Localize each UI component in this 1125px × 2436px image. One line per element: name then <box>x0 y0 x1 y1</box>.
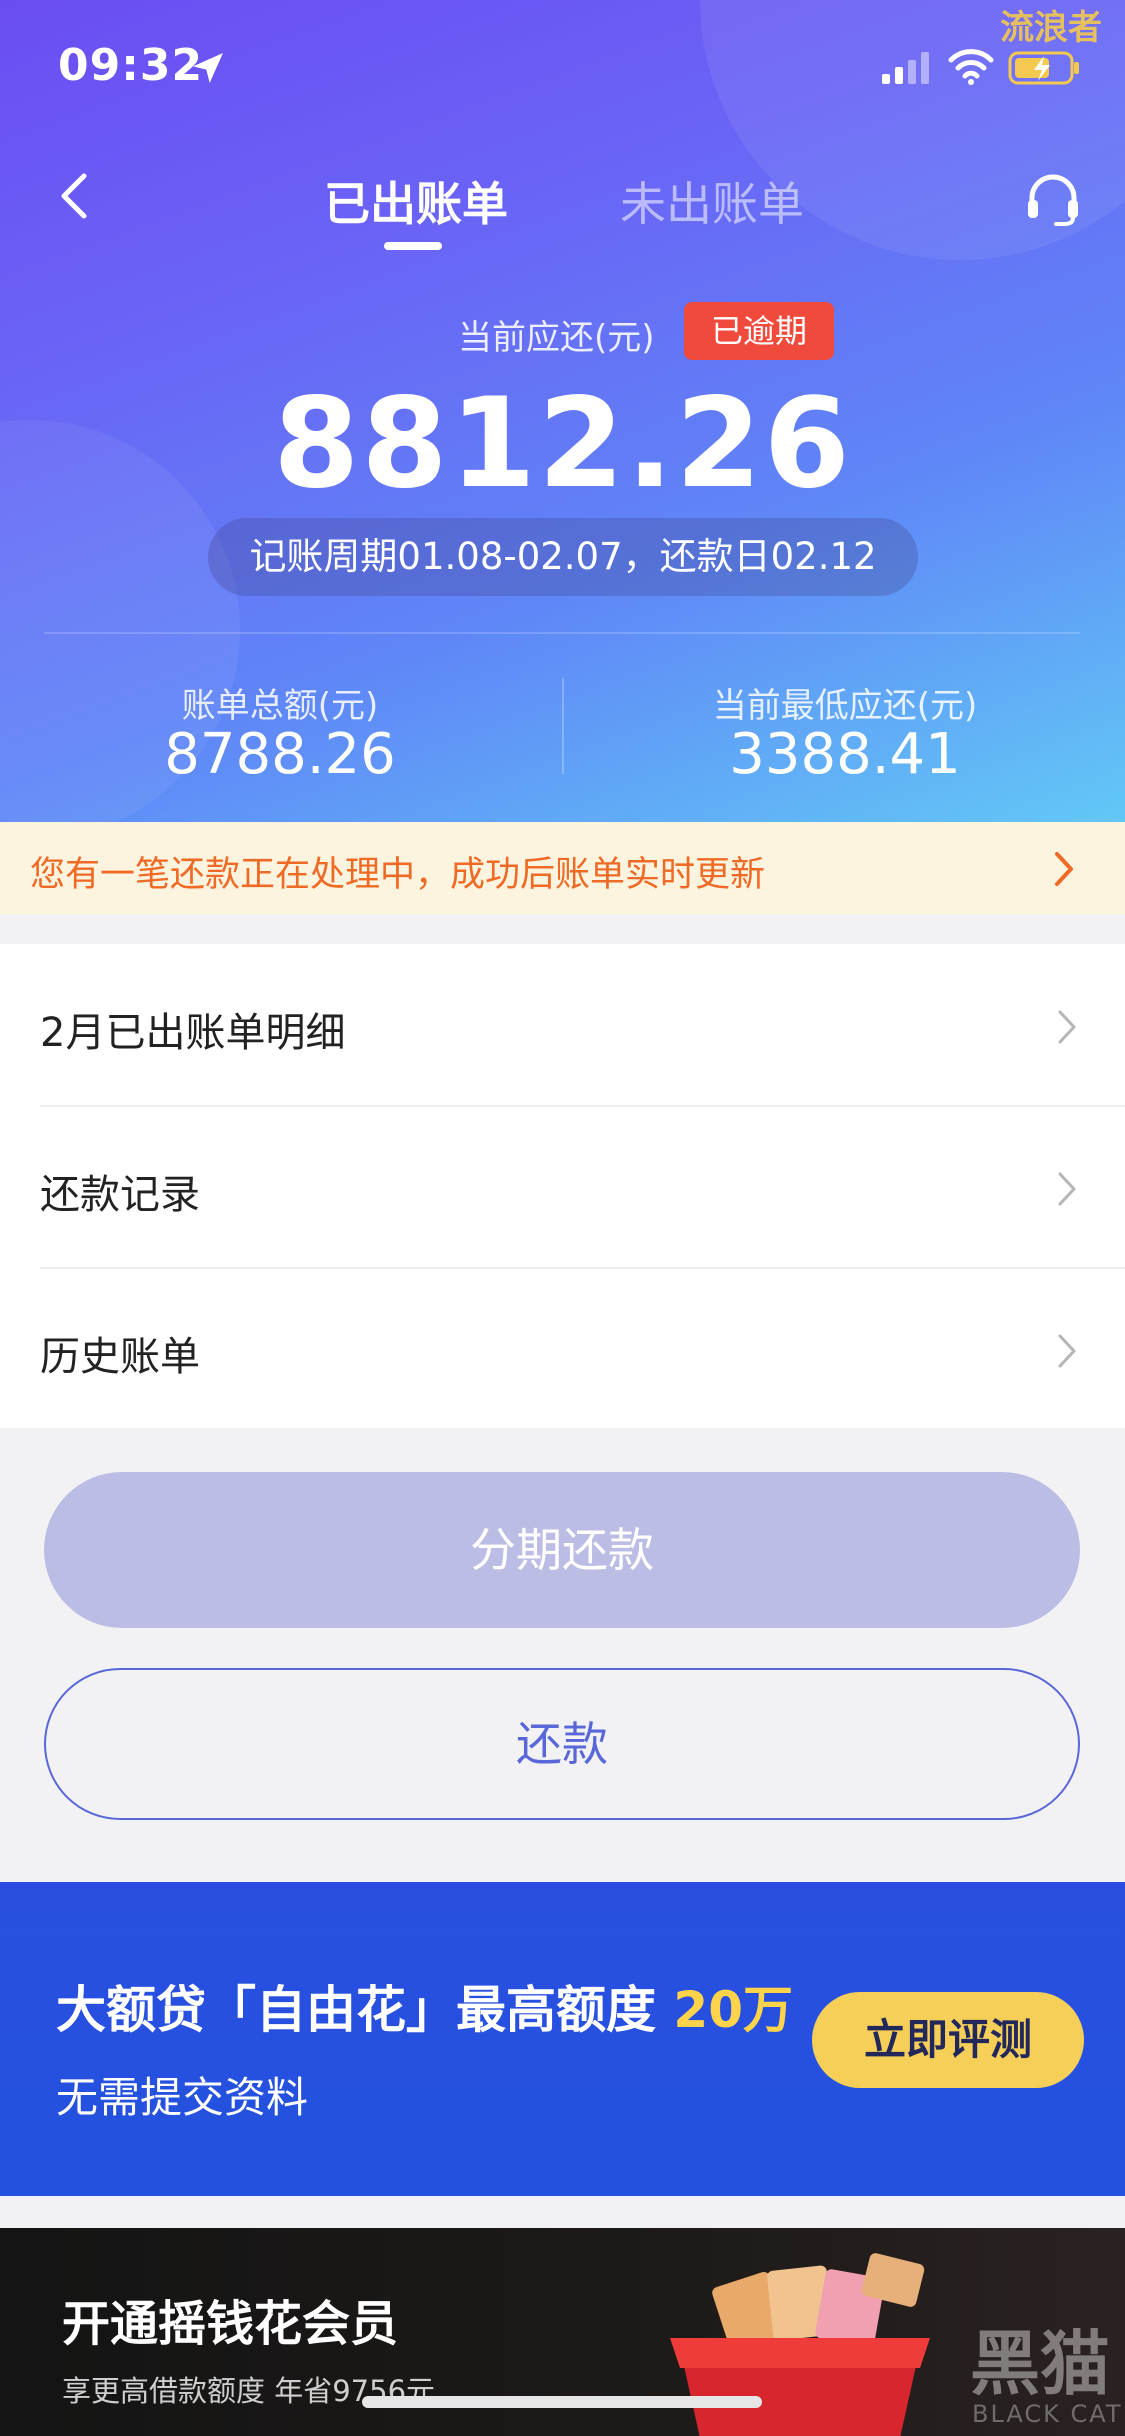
billing-cycle-info: 记账周期01.08-02.07，还款日02.12 <box>208 518 918 596</box>
active-tab-indicator <box>384 242 442 250</box>
list-item-label: 2月已出账单明细 <box>40 1010 346 1056</box>
notice-text: 您有一笔还款正在处理中，成功后账单实时更新 <box>30 855 766 895</box>
membership-banner[interactable]: 开通摇钱花会员 享更高借款额度 年省9756元 黑猫 BLACK CAT <box>0 2228 1125 2436</box>
evaluate-now-button[interactable]: 立即评测 <box>812 1992 1084 2088</box>
divider <box>562 678 564 774</box>
list-item-label: 还款记录 <box>40 1172 200 1218</box>
location-arrow-icon <box>193 53 223 83</box>
chevron-right-icon <box>1058 1334 1076 1368</box>
promo-subtitle: 无需提交资料 <box>56 2073 309 2122</box>
watermark-text: 流浪者 <box>1000 8 1102 48</box>
list-item-label: 历史账单 <box>40 1334 200 1380</box>
wifi-icon <box>948 49 994 85</box>
promo-title-highlight: 20万 <box>673 1981 794 2039</box>
tab-issued-bill[interactable]: 已出账单 <box>324 168 508 234</box>
bill-total-label: 账单总额(元) <box>181 686 379 726</box>
bill-summary-header: 09:32 流浪者 已出账单 未出账单 当前应还(元) 已逾期 8812.26 … <box>0 0 1125 822</box>
battery-charging-icon <box>1008 51 1079 85</box>
repay-button[interactable]: 还款 <box>44 1668 1080 1820</box>
customer-service-headset-icon[interactable] <box>1024 170 1082 228</box>
watermark-text: BLACK CAT <box>972 2400 1123 2428</box>
chevron-right-icon <box>1058 1010 1076 1044</box>
home-indicator <box>362 2396 762 2408</box>
status-time: 09:32 <box>58 40 204 91</box>
list-item-bill-details[interactable]: 2月已出账单明细 <box>0 944 1125 1106</box>
bill-menu-list: 2月已出账单明细 还款记录 历史账单 <box>0 944 1125 1428</box>
member-banner-title: 开通摇钱花会员 <box>62 2296 399 2352</box>
list-item-repayment-records[interactable]: 还款记录 <box>0 1106 1125 1268</box>
chevron-right-icon <box>1055 852 1073 886</box>
minimum-due-label: 当前最低应还(元) <box>712 686 978 726</box>
promo-title: 大额贷「自由花」最高额度 20万 <box>56 1970 793 2042</box>
cellular-signal-icon <box>882 52 929 84</box>
tab-unissued-bill[interactable]: 未出账单 <box>620 168 804 234</box>
loan-promo-banner[interactable]: 大额贷「自由花」最高额度 20万 无需提交资料 立即评测 <box>0 1882 1125 2196</box>
list-item-history-bills[interactable]: 历史账单 <box>0 1268 1125 1430</box>
bill-total-value: 8788.26 <box>164 722 396 787</box>
divider <box>44 632 1080 634</box>
installment-repay-button[interactable]: 分期还款 <box>44 1472 1080 1628</box>
repayment-processing-notice[interactable]: 您有一笔还款正在处理中，成功后账单实时更新 <box>0 822 1125 914</box>
promo-title-text: 大额贷「自由花」最高额度 <box>56 1981 656 2039</box>
minimum-due-value: 3388.41 <box>729 722 961 787</box>
current-due-amount: 8812.26 <box>273 372 852 516</box>
overdue-status-badge: 已逾期 <box>684 302 834 360</box>
back-arrow-icon[interactable] <box>56 170 92 222</box>
watermark-text: 黑猫 <box>970 2323 1110 2405</box>
current-due-label: 当前应还(元) <box>458 318 655 358</box>
chevron-right-icon <box>1058 1172 1076 1206</box>
